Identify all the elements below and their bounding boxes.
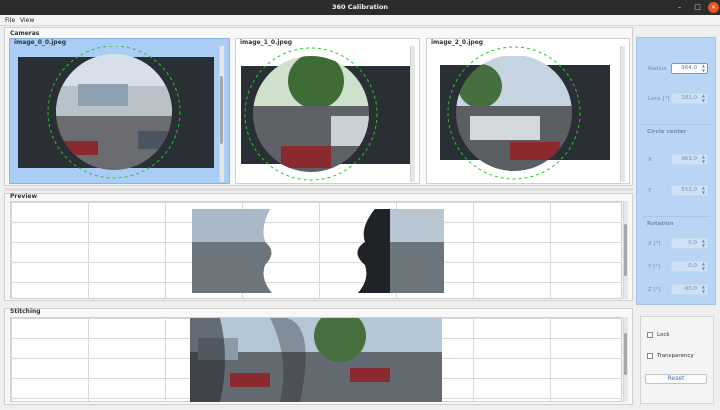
center-y-label: Y — [648, 188, 652, 194]
fisheye-image-1 — [241, 47, 411, 181]
fisheye-image-0 — [18, 46, 214, 179]
menu-file[interactable]: File — [5, 16, 15, 25]
spin-arrows-icon[interactable]: ▲ ▼ — [702, 154, 705, 164]
spin-arrows-icon[interactable]: ▲ ▼ — [702, 261, 705, 271]
rotation-y-label: Y [°] — [648, 264, 661, 270]
center-x-label: X — [648, 157, 652, 163]
menu-view[interactable]: View — [20, 16, 34, 25]
rotation-label: Rotation — [647, 221, 674, 227]
lens-spinbox[interactable]: 181,0 ▲ ▼ — [671, 93, 708, 104]
radius-value: 964,0 — [681, 65, 697, 71]
splitter-handle[interactable] — [4, 188, 633, 191]
lock-label: Lock — [657, 332, 670, 338]
center-x-value: 963,0 — [681, 156, 697, 162]
spin-arrows-icon[interactable]: ▲ ▼ — [702, 93, 705, 103]
rotation-x-value: 0,0 — [688, 240, 697, 246]
camera-2-scrollbar[interactable] — [620, 46, 625, 182]
center-y-spinbox[interactable]: 552,0 ▲ ▼ — [671, 185, 708, 196]
stitching-scroll-thumb[interactable] — [624, 333, 627, 375]
window-title: 360 Calibration — [331, 3, 389, 11]
preview-label: Preview — [10, 193, 38, 200]
lens-value: 181,0 — [681, 95, 697, 101]
rotation-z-value: -90,0 — [682, 286, 697, 292]
menu-bar — [0, 15, 720, 26]
transparency-checkbox[interactable] — [647, 353, 653, 359]
camera-image-name-1: image_1_0.jpeg — [240, 39, 293, 46]
minimize-button[interactable]: – — [674, 2, 685, 13]
rotation-z-label: Z [°] — [648, 287, 661, 293]
camera-image-name-0: image_0_0.jpeg — [14, 39, 67, 46]
stitching-label: Stitching — [10, 308, 41, 315]
camera-0-scroll-thumb[interactable] — [220, 76, 223, 144]
rotation-y-value: 0,0 — [688, 263, 697, 269]
camera-1-scrollbar[interactable] — [410, 46, 415, 182]
separator — [642, 216, 710, 217]
center-x-spinbox[interactable]: 963,0 ▲ ▼ — [671, 154, 708, 165]
spin-arrows-icon[interactable]: ▲ ▼ — [702, 185, 705, 195]
circle-center-label: Circle center — [647, 129, 687, 135]
rotation-x-spinbox[interactable]: 0,0 ▲ ▼ — [671, 238, 708, 249]
transparency-label: Transparency — [657, 353, 694, 359]
rotation-x-label: X [°] — [648, 241, 661, 247]
radius-label: Radius — [648, 66, 667, 72]
spin-arrows-icon[interactable]: ▲ ▼ — [702, 284, 705, 294]
separator — [642, 124, 710, 125]
spin-arrows-icon[interactable]: ▲ ▼ — [702, 63, 705, 73]
close-button[interactable]: ✕ — [708, 2, 719, 13]
rotation-z-spinbox[interactable]: -90,0 ▲ ▼ — [671, 284, 708, 295]
preview-scroll-thumb[interactable] — [624, 224, 627, 276]
cameras-label: Cameras — [10, 30, 40, 37]
reset-button[interactable]: Reset — [645, 374, 707, 384]
radius-spinbox[interactable]: 964,0 ▲ ▼ — [671, 63, 708, 74]
stitching-panorama — [190, 318, 442, 402]
spin-arrows-icon[interactable]: ▲ ▼ — [702, 238, 705, 248]
rotation-y-spinbox[interactable]: 0,0 ▲ ▼ — [671, 261, 708, 272]
lock-checkbox[interactable] — [647, 332, 653, 338]
lens-label: Lens [°] — [648, 96, 670, 102]
options-panel — [640, 316, 714, 404]
camera-image-name-2: image_2_0.jpeg — [431, 39, 484, 46]
preview-projection — [192, 209, 444, 293]
center-y-value: 552,0 — [681, 187, 697, 193]
fisheye-image-2 — [440, 46, 610, 180]
maximize-button[interactable]: □ — [692, 2, 703, 13]
